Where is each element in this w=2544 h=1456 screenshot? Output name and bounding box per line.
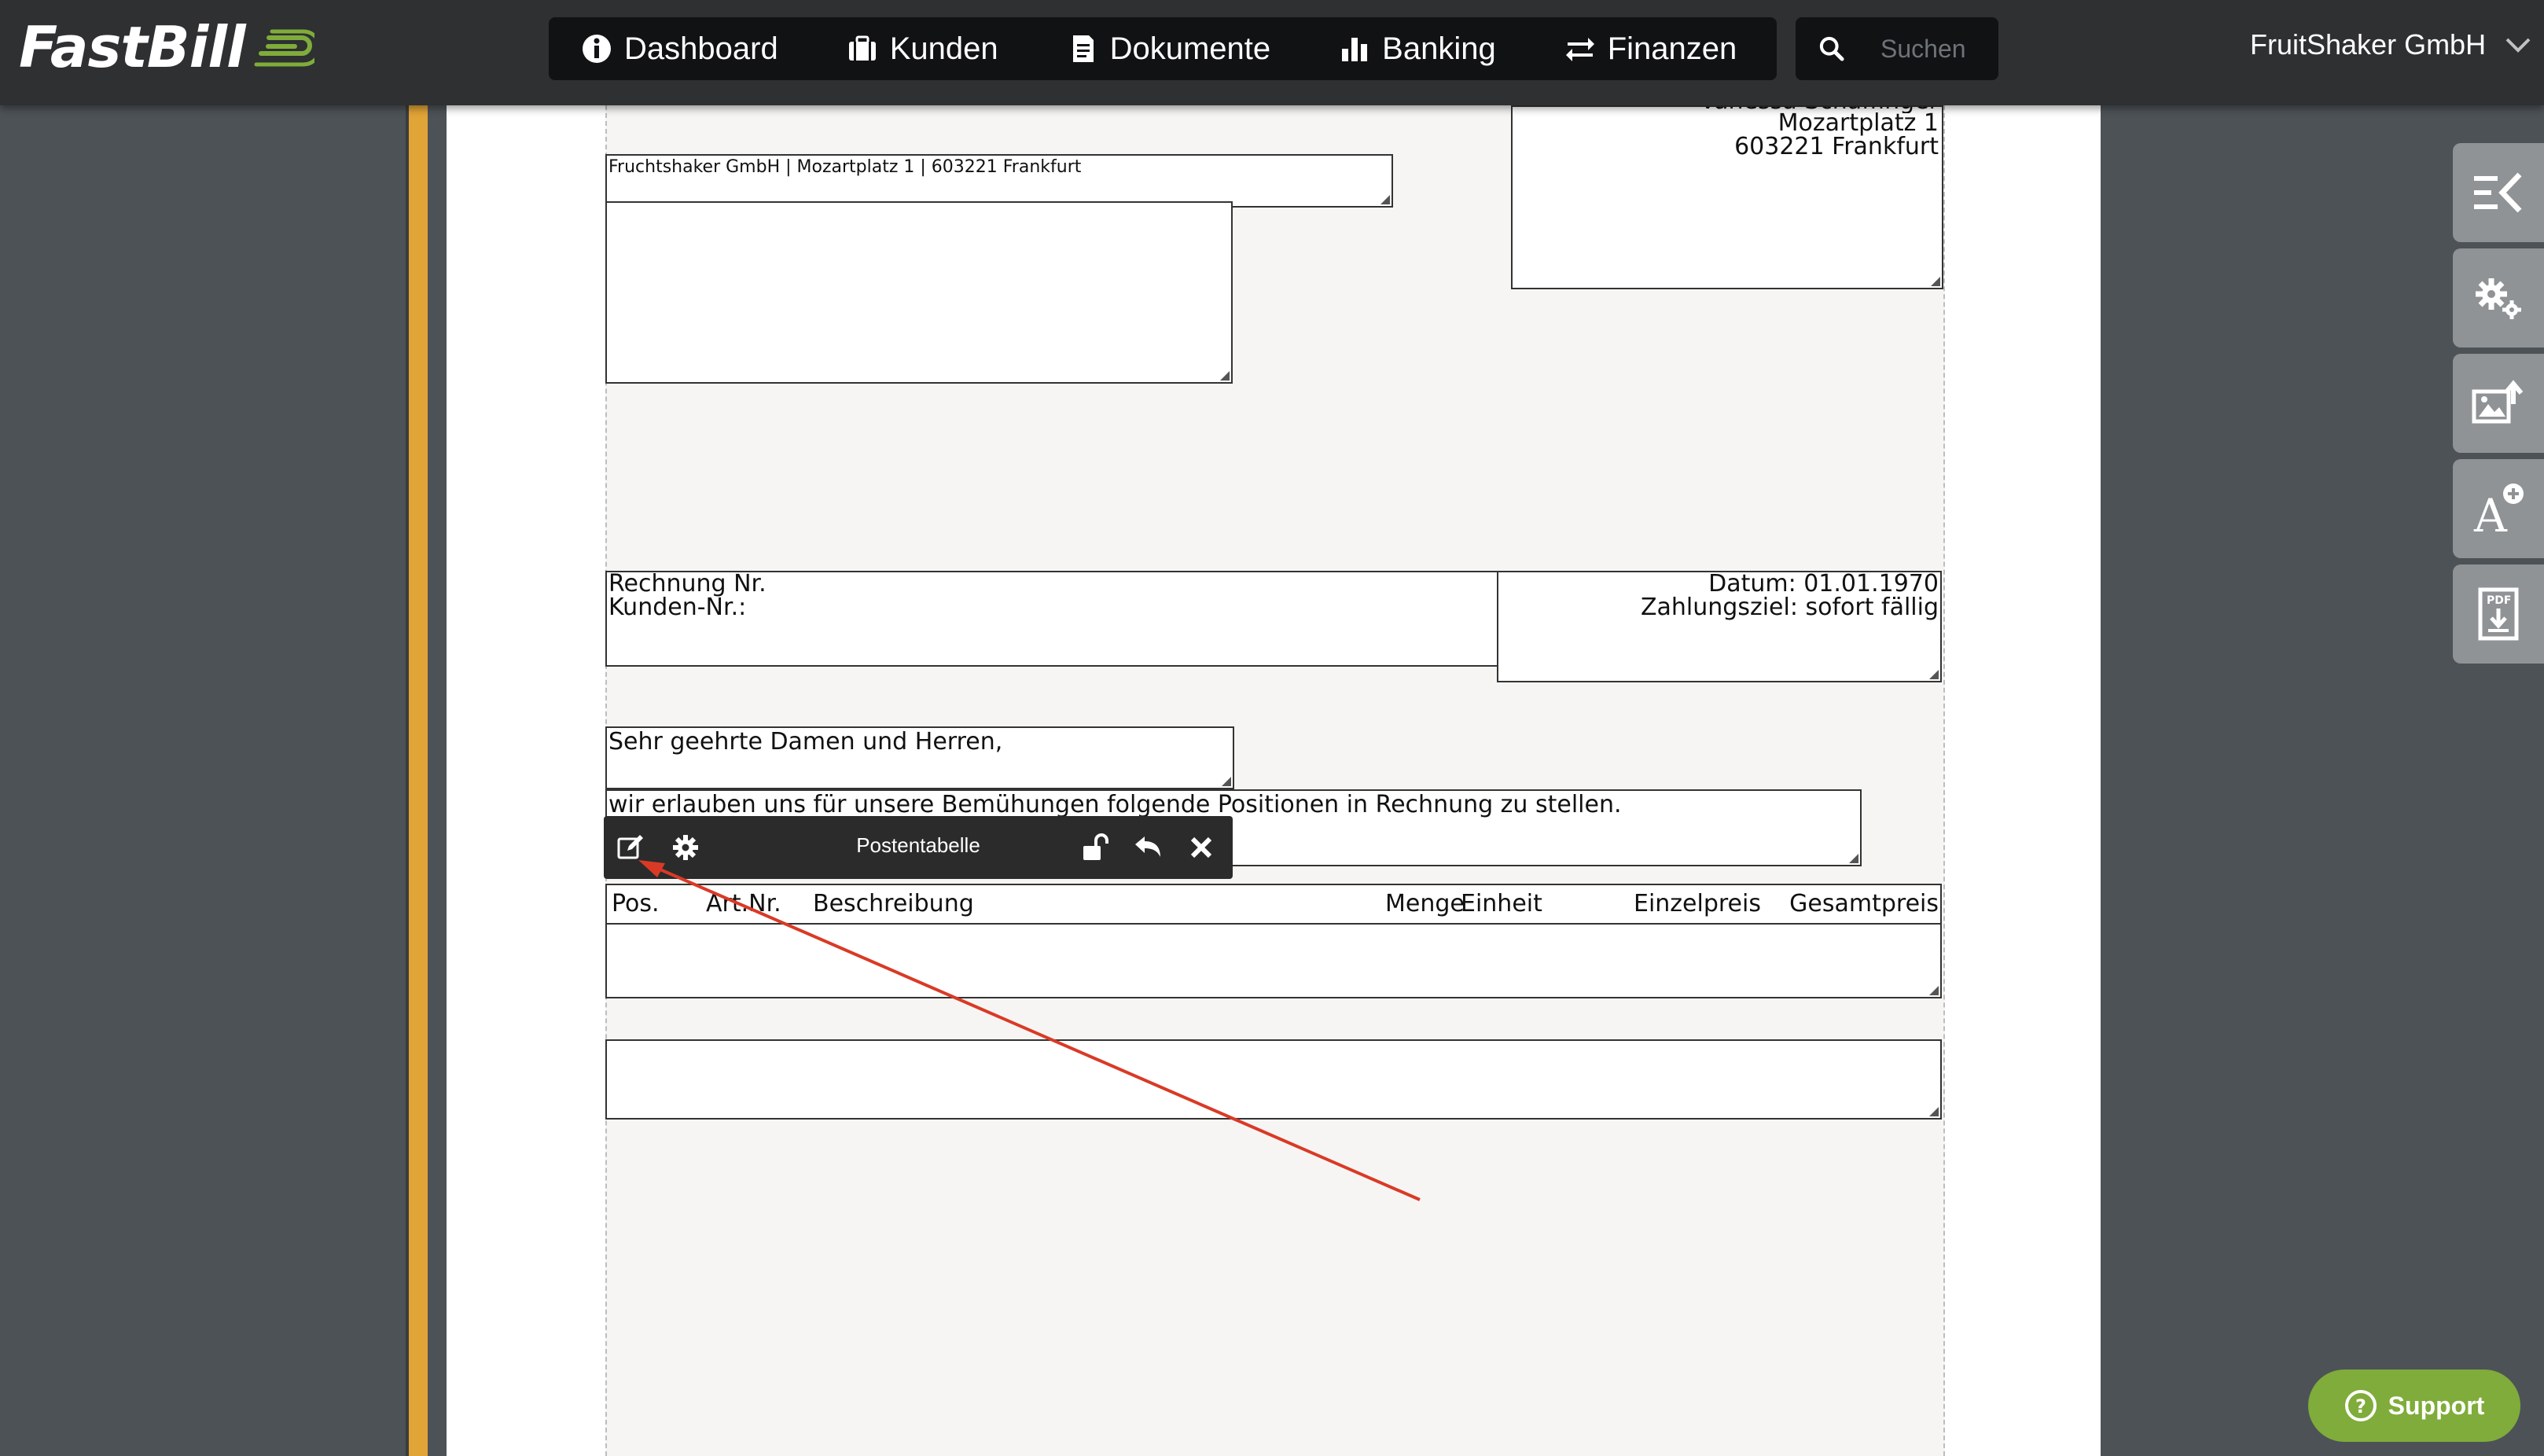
- undo-icon[interactable]: [1132, 832, 1164, 863]
- swap-arrows-icon: [1564, 32, 1597, 65]
- salutation-box[interactable]: Sehr geehrte Damen und Herren,: [605, 726, 1234, 789]
- info-icon: [580, 32, 613, 65]
- invoice-number-label: Rechnung Nr.: [608, 570, 767, 597]
- items-table-body[interactable]: [605, 923, 1942, 998]
- date-line: Datum: 01.01.1970: [1708, 570, 1939, 597]
- search-box: [1796, 17, 1998, 80]
- company-switcher[interactable]: FruitShaker GmbH: [2250, 28, 2531, 61]
- left-accent-strip: [409, 105, 428, 1456]
- nav-banking[interactable]: Banking: [1338, 17, 1496, 80]
- logo-mark-icon: [253, 24, 322, 71]
- bar-chart-icon: [1338, 32, 1371, 65]
- sender-address-box[interactable]: Vanessa Schaffinger Mozartplatz 1 603221…: [1511, 105, 1943, 289]
- pdf-download-icon: PDF: [2478, 587, 2519, 641]
- nav-dokumente-label: Dokumente: [1109, 31, 1271, 66]
- nav-banking-label: Banking: [1382, 31, 1496, 66]
- close-icon[interactable]: [1186, 832, 1217, 863]
- search-input[interactable]: [1880, 34, 1998, 64]
- resize-handle-icon[interactable]: [1222, 777, 1231, 786]
- logo-text: FastBill: [19, 14, 246, 80]
- recipient-address-box[interactable]: [605, 201, 1233, 384]
- items-table-header[interactable]: Pos. Art.Nr. Beschreibung Menge Einheit …: [605, 884, 1942, 925]
- element-toolbar: Postentabelle: [604, 816, 1233, 879]
- nav-dashboard-label: Dashboard: [624, 31, 778, 66]
- intro-text: wir erlauben uns für unsere Bemühungen f…: [608, 791, 1622, 818]
- table-header-einzelpreis: Einzelpreis: [1634, 890, 1761, 917]
- date-box[interactable]: Datum: 01.01.1970 Zahlungsziel: sofort f…: [1497, 571, 1942, 682]
- top-bar: FastBill Dashboard Kunden Dokumente Bank…: [0, 0, 2544, 105]
- nav-kunden-label: Kunden: [889, 31, 998, 66]
- settings-button[interactable]: [2453, 248, 2544, 347]
- svg-text:PDF: PDF: [2487, 594, 2511, 607]
- help-circle-icon: ?: [2344, 1390, 2377, 1421]
- sender-line-box[interactable]: Fruchtshaker GmbH | Mozartplatz 1 | 6032…: [605, 154, 1393, 208]
- nav-finanzen[interactable]: Finanzen: [1564, 17, 1737, 80]
- resize-handle-icon[interactable]: [1220, 371, 1230, 381]
- settings-gears-icon: [2476, 278, 2521, 319]
- support-label: Support: [2388, 1391, 2485, 1420]
- main-nav: Dashboard Kunden Dokumente Banking Finan…: [549, 17, 1777, 80]
- nav-finanzen-label: Finanzen: [1607, 31, 1737, 66]
- image-upload-icon: [2472, 380, 2524, 424]
- nav-dashboard[interactable]: Dashboard: [580, 17, 778, 80]
- support-button[interactable]: ? Support: [2308, 1370, 2520, 1442]
- nav-kunden[interactable]: Kunden: [846, 17, 998, 80]
- collapse-panel-icon: [2474, 172, 2522, 213]
- resize-handle-icon[interactable]: [1849, 854, 1858, 863]
- sender-city: 603221 Frankfurt: [1734, 133, 1939, 160]
- payment-terms-line: Zahlungsziel: sofort fällig: [1640, 594, 1939, 621]
- table-header-gesamtpreis: Gesamtpreis: [1789, 890, 1939, 917]
- add-text-button[interactable]: A: [2453, 459, 2544, 558]
- svg-text:?: ?: [2355, 1395, 2366, 1417]
- table-header-menge: Menge: [1385, 890, 1465, 917]
- company-name: FruitShaker GmbH: [2250, 28, 2487, 61]
- customer-number-label: Kunden-Nr.:: [608, 594, 747, 621]
- resize-handle-icon[interactable]: [1929, 986, 1939, 995]
- add-text-icon: A: [2473, 483, 2524, 536]
- unlock-icon[interactable]: [1079, 832, 1110, 863]
- salutation-text: Sehr geehrte Damen und Herren,: [608, 728, 1003, 756]
- fastbill-logo[interactable]: FastBill: [19, 14, 322, 80]
- resize-handle-icon[interactable]: [1929, 1107, 1939, 1116]
- resize-handle-icon[interactable]: [1929, 670, 1939, 679]
- document-icon: [1066, 32, 1099, 65]
- table-header-einheit: Einheit: [1461, 890, 1542, 917]
- pdf-download-button[interactable]: PDF: [2453, 564, 2544, 664]
- search-icon[interactable]: [1818, 31, 1846, 66]
- totals-box[interactable]: [605, 1039, 1942, 1120]
- collapse-panel-button[interactable]: [2453, 143, 2544, 242]
- chevron-down-icon: [2505, 38, 2531, 53]
- svg-text:A: A: [2473, 489, 2508, 536]
- image-upload-button[interactable]: [2453, 354, 2544, 453]
- resize-handle-icon[interactable]: [1931, 277, 1940, 286]
- table-header-artnr: Art.Nr.: [706, 890, 781, 917]
- table-header-beschreibung: Beschreibung: [813, 890, 974, 917]
- briefcase-icon: [846, 32, 879, 65]
- invoice-number-box[interactable]: Rechnung Nr. Kunden-Nr.:: [605, 571, 1498, 667]
- nav-dokumente[interactable]: Dokumente: [1066, 17, 1271, 80]
- sender-street: Mozartplatz 1: [1777, 109, 1939, 137]
- table-header-pos: Pos.: [612, 890, 660, 917]
- resize-handle-icon[interactable]: [1380, 195, 1390, 204]
- sender-line-text: Fruchtshaker GmbH | Mozartplatz 1 | 6032…: [608, 157, 1082, 177]
